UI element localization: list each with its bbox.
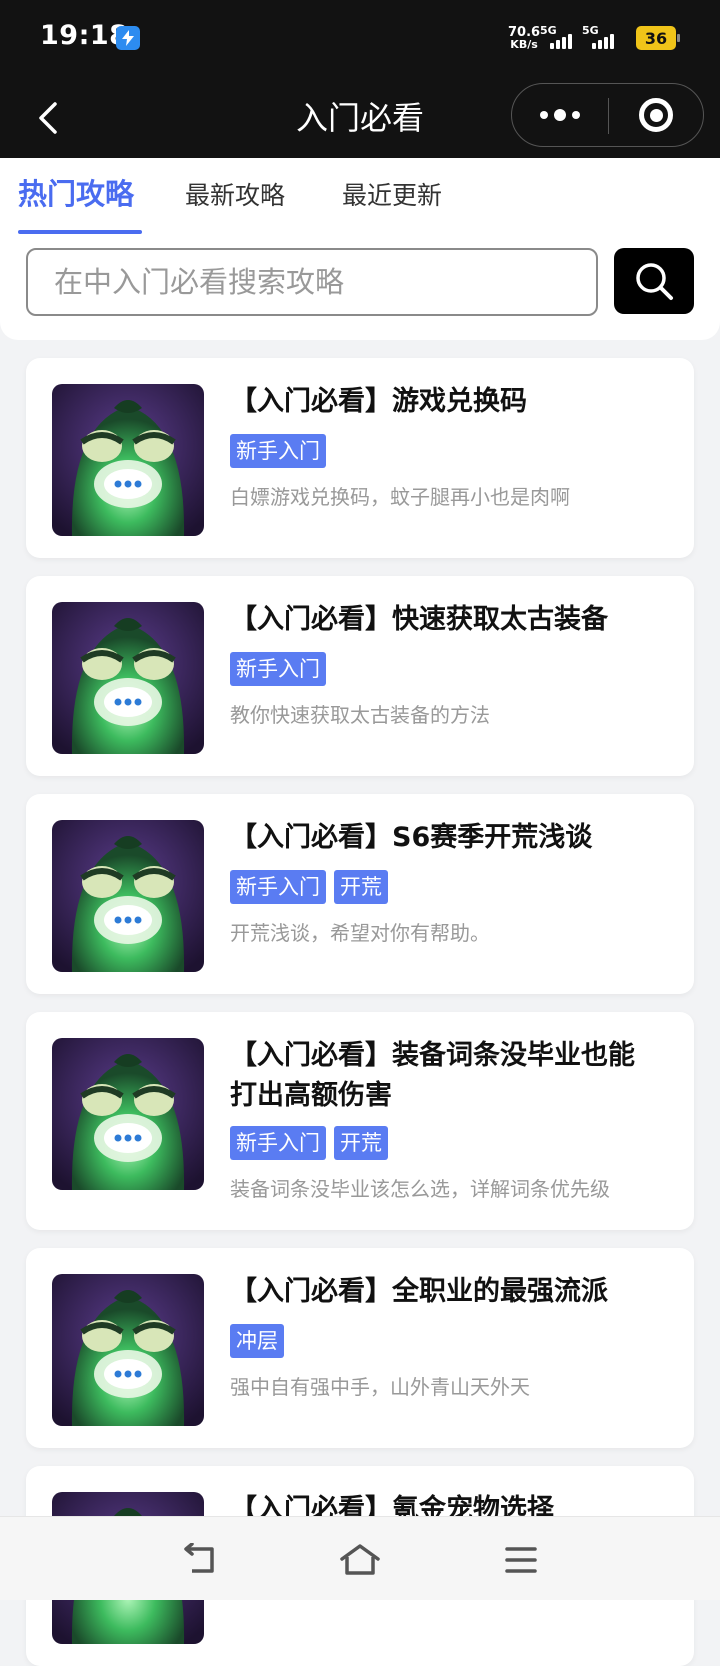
battery-level: 36 — [644, 28, 668, 48]
tag-badge: 新手入门 — [230, 652, 326, 686]
tab-recently-updated[interactable]: 最近更新 — [342, 178, 442, 214]
close-button[interactable] — [609, 84, 703, 146]
more-button[interactable] — [512, 84, 608, 146]
article-tags: 新手入门 开荒 — [230, 870, 388, 904]
search-icon — [636, 263, 673, 300]
article-description: 开荒浅谈，希望对你有帮助。 — [230, 921, 490, 945]
tab-latest-guides[interactable]: 最新攻略 — [185, 178, 285, 214]
battery-icon: 36 — [636, 26, 680, 50]
article-title: 【入门必看】全职业的最强流派 — [230, 1272, 670, 1312]
article-card[interactable]: 【入门必看】全职业的最强流派 冲层 强中自有强中手，山外青山天外天 — [26, 1248, 694, 1448]
article-tags: 新手入门 开荒 — [230, 1126, 388, 1160]
tag-badge: 冲层 — [230, 1324, 284, 1358]
article-title-line: 【入门必看】全职业的最强流派 — [230, 1276, 608, 1307]
nav-bar: 入门必看 — [0, 78, 720, 158]
article-title: 【入门必看】装备词条没毕业也能 打出高额伤害 — [230, 1036, 670, 1116]
article-description: 装备词条没毕业该怎么选，详解词条优先级 — [230, 1177, 610, 1201]
network-speed-unit: KB/s — [510, 38, 538, 51]
article-description: 白嫖游戏兑换码，蚊子腿再小也是肉啊 — [230, 485, 570, 509]
article-title: 【入门必看】S6赛季开荒浅谈 — [230, 818, 670, 858]
system-back-button[interactable] — [178, 1537, 224, 1583]
network-speed: 70.6 KB/s — [508, 26, 540, 51]
article-description: 教你快速获取太古装备的方法 — [230, 703, 490, 727]
system-home-icon — [340, 1544, 380, 1575]
search-button[interactable] — [614, 248, 694, 314]
article-card[interactable]: 【入门必看】游戏兑换码 新手入门 白嫖游戏兑换码，蚊子腿再小也是肉啊 — [26, 358, 694, 558]
article-title: 【入门必看】游戏兑换码 — [230, 382, 670, 422]
article-thumbnail — [52, 602, 204, 754]
system-back-icon — [184, 1543, 214, 1573]
tag-badge: 新手入门 — [230, 434, 326, 468]
article-card[interactable]: 【入门必看】S6赛季开荒浅谈 新手入门 开荒 开荒浅谈，希望对你有帮助。 — [26, 794, 694, 994]
tag-badge: 开荒 — [334, 1126, 388, 1160]
target-close-icon — [639, 98, 673, 132]
article-thumbnail — [52, 820, 204, 972]
article-card[interactable]: 【入门必看】装备词条没毕业也能 打出高额伤害 新手入门 开荒 装备词条没毕业该怎… — [26, 1012, 694, 1230]
article-thumbnail — [52, 1274, 204, 1426]
article-title-line: 【入门必看】游戏兑换码 — [230, 386, 527, 417]
search-area — [0, 234, 720, 340]
status-bar: 19:18 70.6 KB/s 5G 5G 36 — [0, 0, 720, 78]
system-home-button[interactable] — [337, 1537, 383, 1583]
tag-badge: 新手入门 — [230, 1126, 326, 1160]
system-nav-bar — [0, 1516, 720, 1600]
notification-app-icon — [116, 26, 140, 50]
system-menu-icon — [505, 1547, 537, 1573]
search-input[interactable] — [26, 248, 598, 316]
article-title-line: 【入门必看】S6赛季开荒浅谈 — [230, 822, 593, 853]
more-dots-icon — [540, 111, 548, 119]
article-tags: 冲层 — [230, 1324, 284, 1358]
article-title: 【入门必看】快速获取太古装备 — [230, 600, 670, 640]
article-title-line: 【入门必看】装备词条没毕业也能 — [230, 1040, 635, 1071]
system-menu-button[interactable] — [498, 1537, 544, 1583]
mini-program-capsule — [511, 83, 704, 147]
article-card[interactable]: 【入门必看】快速获取太古装备 新手入门 教你快速获取太古装备的方法 — [26, 576, 694, 776]
tag-badge: 开荒 — [334, 870, 388, 904]
tab-hot-guides[interactable]: 热门攻略 — [18, 176, 134, 212]
category-tabs: 热门攻略 最新攻略 最近更新 — [0, 158, 720, 234]
article-thumbnail — [52, 1038, 204, 1190]
article-thumbnail — [52, 384, 204, 536]
article-description: 强中自有强中手，山外青山天外天 — [230, 1375, 530, 1399]
article-tags: 新手入门 — [230, 652, 326, 686]
article-title-line: 【入门必看】快速获取太古装备 — [230, 604, 608, 635]
tag-badge: 新手入门 — [230, 870, 326, 904]
article-title-line: 打出高额伤害 — [230, 1080, 392, 1111]
article-tags: 新手入门 — [230, 434, 326, 468]
